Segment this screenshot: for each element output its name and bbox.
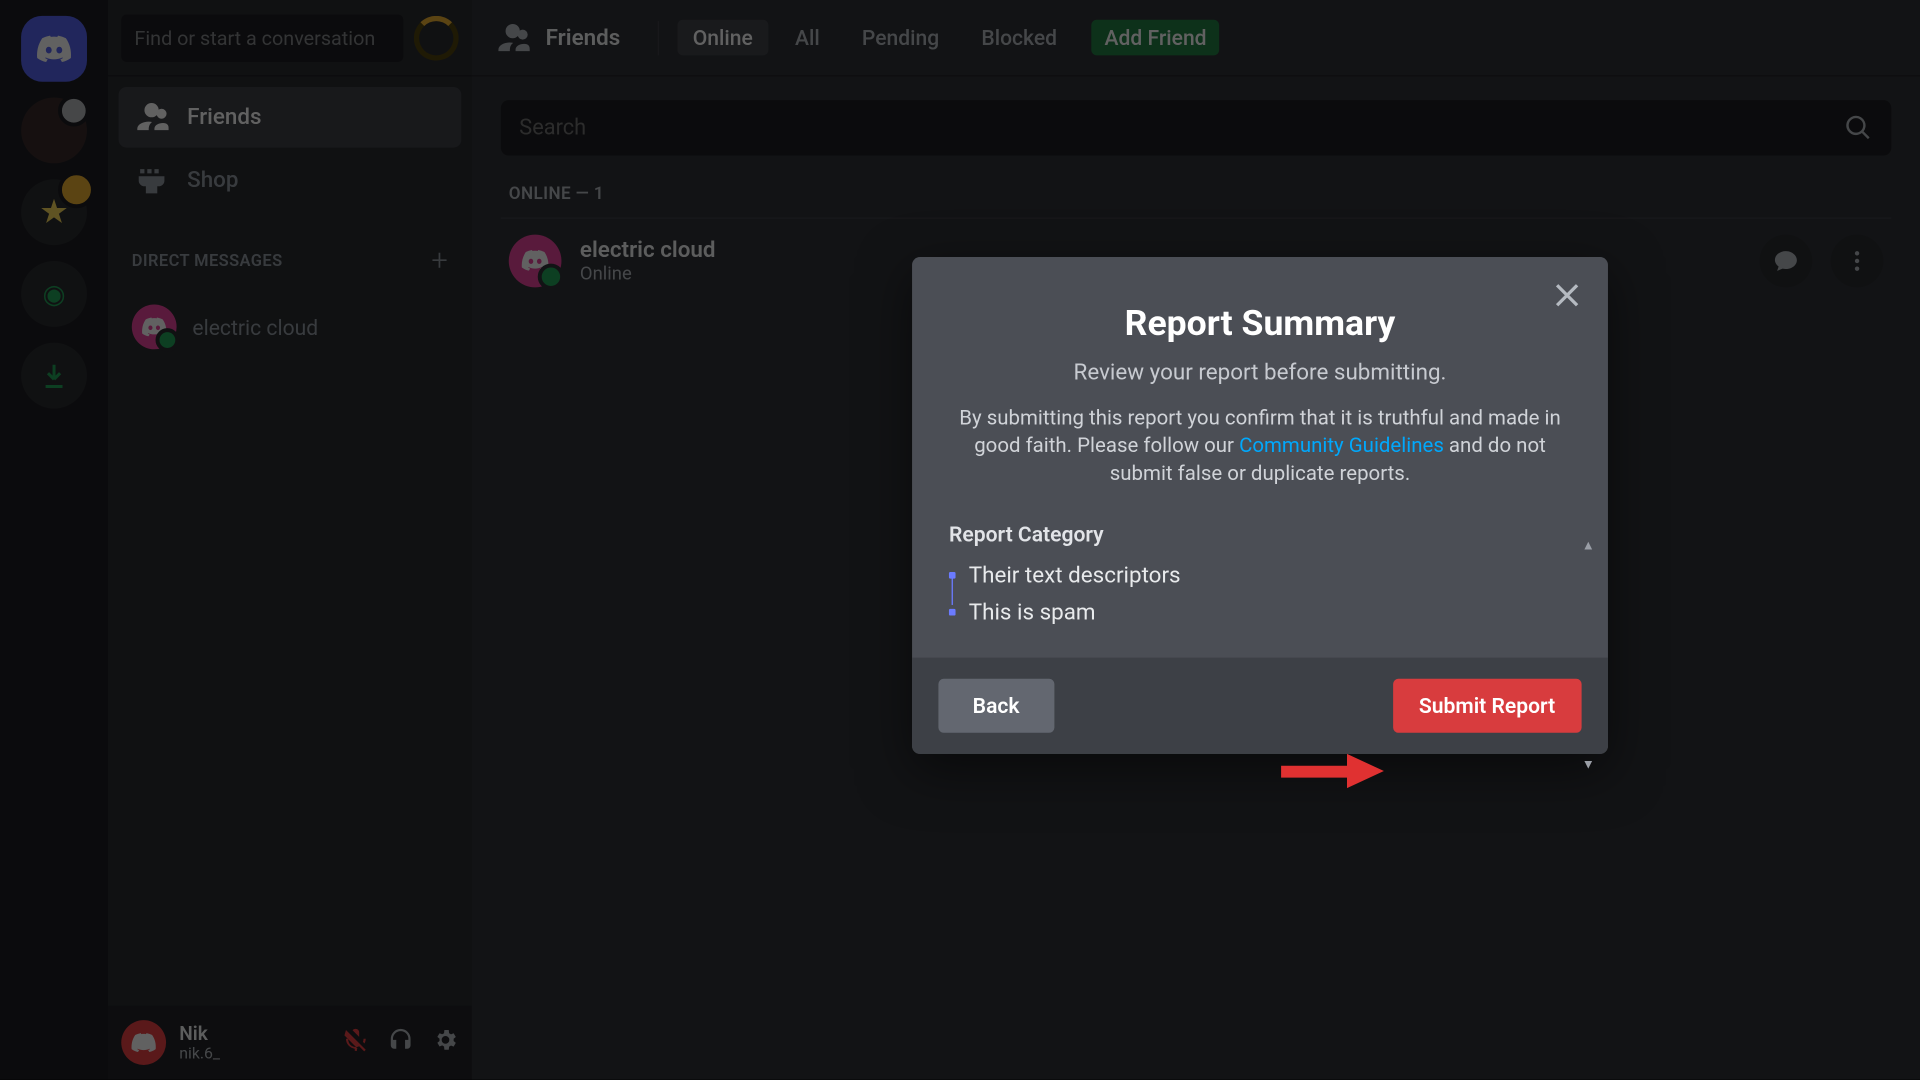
- bullet-icon: [949, 609, 956, 616]
- report-category-label: Report Category: [949, 522, 1571, 547]
- submit-report-button[interactable]: Submit Report: [1393, 678, 1582, 732]
- scroll-up-icon[interactable]: ▲: [1582, 539, 1595, 553]
- bullet-connector: [952, 576, 953, 605]
- modal-title: Report Summary: [949, 302, 1571, 344]
- back-button[interactable]: Back: [938, 678, 1053, 732]
- scroll-down-icon[interactable]: ▼: [1582, 758, 1595, 772]
- modal-paragraph: By submitting this report you confirm th…: [949, 405, 1571, 488]
- report-item-0: Their text descriptors: [969, 562, 1181, 588]
- modal-subtitle: Review your report before submitting.: [949, 360, 1571, 386]
- close-icon[interactable]: [1550, 278, 1584, 318]
- report-item-1: This is spam: [969, 599, 1096, 625]
- community-guidelines-link[interactable]: Community Guidelines: [1239, 434, 1444, 458]
- report-summary-modal: Report Summary Review your report before…: [912, 257, 1608, 754]
